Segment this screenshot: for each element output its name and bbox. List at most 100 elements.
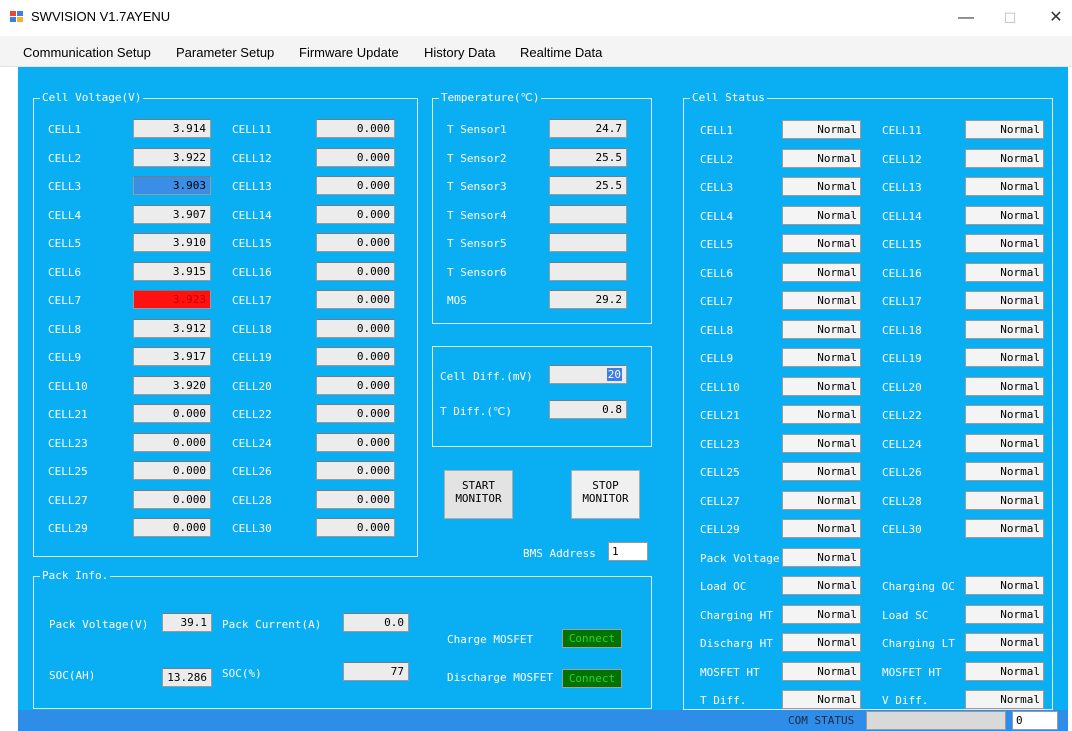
cell-status-label: CELL14 — [882, 209, 922, 223]
cell-voltage-title: Cell Voltage(V) — [40, 91, 144, 105]
cell-voltage-value: 0.000 — [316, 290, 395, 309]
cell-voltage-value: 0.000 — [316, 261, 395, 281]
menu-history-data[interactable]: History Data — [424, 45, 496, 60]
cell-voltage-value: 0.000 — [316, 204, 395, 224]
temperature-value: 25.5 — [549, 147, 627, 167]
cell-status-value: Normal — [965, 633, 1044, 652]
cell-status-value: Normal — [782, 348, 861, 367]
window-title: SWVISION V1.7AYENU — [31, 9, 171, 24]
cell-voltage-label: CELL19 — [232, 351, 272, 364]
menu-parameter-setup[interactable]: Parameter Setup — [176, 45, 274, 60]
cell-voltage-label: CELL29 — [48, 522, 88, 535]
temperature-label: T Sensor4 — [447, 208, 507, 222]
cell-voltage-label: CELL20 — [232, 379, 272, 393]
bms-address-input[interactable]: 1 — [608, 542, 648, 561]
cell-diff-value[interactable]: 20 — [549, 365, 627, 384]
cell-status-label: CELL4 — [700, 209, 734, 223]
cell-status-label: CELL12 — [882, 152, 922, 166]
menu-realtime-data[interactable]: Realtime Data — [520, 45, 602, 60]
cell-voltage-label: CELL2 — [48, 151, 82, 165]
cell-voltage-value: 0.000 — [316, 404, 395, 423]
cell-voltage-value: 3.915 — [133, 261, 211, 281]
discharge-mosfet-label: Discharge MOSFET — [447, 671, 553, 684]
cell-voltage-label: CELL30 — [232, 522, 272, 535]
cell-voltage-value: 0.000 — [316, 318, 395, 338]
cell-status-value: Normal — [965, 519, 1044, 538]
cell-status-value: Normal — [965, 177, 1044, 196]
cell-voltage-label: CELL28 — [232, 493, 272, 507]
cell-status-value: Normal — [782, 462, 861, 481]
cell-voltage-label: CELL3 — [48, 180, 82, 193]
cell-voltage-value: 0.000 — [316, 119, 395, 138]
cell-voltage-value: 0.000 — [316, 432, 395, 452]
cell-status-label: CELL20 — [882, 380, 922, 394]
cell-status-label: CELL5 — [700, 238, 734, 251]
cell-voltage-value: 0.000 — [316, 461, 395, 480]
cell-voltage-value: 0.000 — [316, 375, 395, 395]
cell-status-value: Normal — [965, 120, 1044, 139]
cell-status-value: Normal — [965, 405, 1044, 424]
cell-status-value: Normal — [965, 462, 1044, 481]
stop-monitor-button[interactable]: STOP MONITOR — [571, 470, 640, 519]
com-counter: 0 — [1012, 711, 1058, 730]
temperature-value — [549, 204, 627, 224]
temperature-value — [549, 261, 627, 281]
cell-status-value: Normal — [782, 690, 861, 709]
cell-status-label: CELL9 — [700, 352, 734, 365]
pack-current-label: Pack Current(A) — [222, 618, 322, 631]
close-button[interactable]: ✕ — [1034, 4, 1072, 32]
temperature-title: Temperature(℃) — [439, 91, 542, 105]
cell-status-label: CELL22 — [882, 409, 922, 422]
cell-status-value: Normal — [965, 576, 1044, 595]
minimize-button[interactable]: — — [944, 4, 988, 32]
menu-communication-setup[interactable]: Communication Setup — [23, 45, 151, 60]
stop-monitor-line1: STOP — [592, 479, 619, 492]
cell-voltage-value: 0.000 — [133, 489, 211, 509]
pack-info-title: Pack Info. — [40, 569, 111, 583]
cell-status-value: Normal — [965, 319, 1044, 339]
cell-status-label: CELL21 — [700, 409, 740, 422]
maximize-button[interactable]: ☐ — [988, 4, 1032, 32]
cell-voltage-value: 0.000 — [316, 147, 395, 167]
cell-voltage-value: 0.000 — [316, 233, 395, 252]
cell-voltage-label: CELL12 — [232, 151, 272, 165]
cell-status-group: Cell Status CELL1 Normal CELL2 Normal CELL3 N… — [683, 91, 1053, 710]
cell-voltage-label: CELL11 — [232, 123, 272, 136]
cell-status-label: CELL13 — [882, 181, 922, 194]
pack-current-value: 0.0 — [343, 613, 409, 632]
cell-status-label: Charging HT — [700, 608, 773, 622]
soc-pct-value: 77 — [343, 662, 409, 681]
charge-mosfet-status: Connect — [562, 629, 622, 648]
start-monitor-button[interactable]: START MONITOR — [444, 470, 513, 519]
cell-status-label: CELL7 — [700, 295, 734, 308]
cell-voltage-value: 0.000 — [316, 489, 395, 509]
cell-voltage-label: CELL22 — [232, 408, 272, 421]
cell-status-label: CELL16 — [882, 266, 922, 280]
soc-ah-value: 13.286 — [162, 668, 212, 687]
cell-status-value: Normal — [782, 148, 861, 168]
title-bar: SWVISION V1.7AYENU — ☐ ✕ — [0, 0, 1072, 36]
cell-voltage-label: CELL26 — [232, 465, 272, 478]
cell-voltage-label: CELL18 — [232, 322, 272, 336]
temperature-label: T Sensor2 — [447, 151, 507, 165]
cell-status-value: Normal — [965, 433, 1044, 453]
cell-status-value: Normal — [782, 177, 861, 196]
cell-status-value: Normal — [782, 633, 861, 652]
cell-voltage-value: 3.920 — [133, 375, 211, 395]
temperature-label: T Sensor6 — [447, 265, 507, 279]
cell-voltage-label: CELL15 — [232, 237, 272, 250]
cell-status-value: Normal — [782, 234, 861, 253]
cell-voltage-value: 0.000 — [133, 432, 211, 452]
cell-status-label: CELL2 — [700, 152, 734, 166]
cell-voltage-label: CELL4 — [48, 208, 82, 222]
cell-status-value: Normal — [782, 291, 861, 310]
cell-status-value: Normal — [965, 690, 1044, 709]
cell-voltage-label: CELL13 — [232, 180, 272, 193]
menu-firmware-update[interactable]: Firmware Update — [299, 45, 399, 60]
cell-voltage-label: CELL17 — [232, 294, 272, 307]
t-diff-value[interactable]: 0.8 — [549, 400, 627, 419]
diff-group: Cell Diff.(mV) 20 T Diff.(℃) 0.8 — [432, 346, 652, 447]
cell-status-value: Normal — [782, 205, 861, 225]
cell-status-label: CELL19 — [882, 352, 922, 365]
temperature-label: T Sensor1 — [447, 123, 507, 136]
